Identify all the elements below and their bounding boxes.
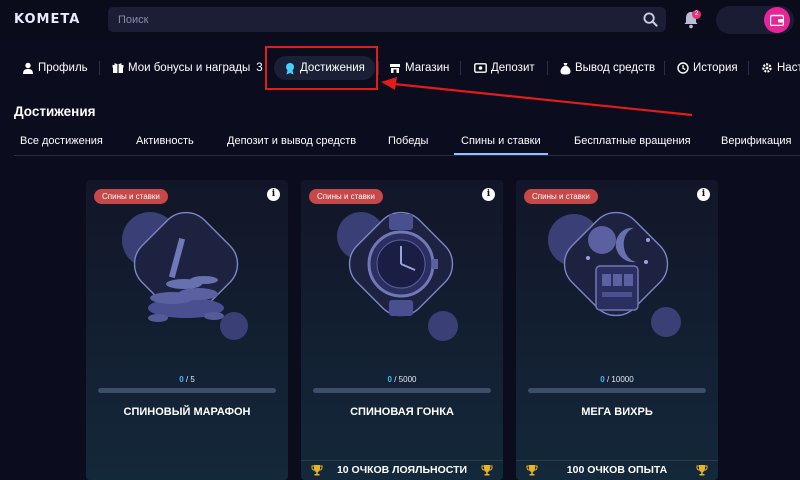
store-icon [390,64,400,73]
achievement-card[interactable]: Спины и ставки i 0 / 5000 СПИНОВАЯ ГОНКА… [301,180,503,480]
reward-row: 10 ОЧКОВ ЛОЯЛЬНОСТИ [301,460,503,480]
tab-wins[interactable]: Победы [388,135,428,147]
search-bar[interactable] [108,7,666,32]
profile-nav: Профиль Мои бонусы и награды 3 Достижени… [0,46,800,90]
coins-stack-illustration [122,211,248,340]
nav-item-label: Вывод средств [575,62,656,74]
nav-item-profile[interactable]: Профиль [22,56,88,80]
nav-item-label: Депозит [491,62,535,74]
tab-all-achievements[interactable]: Все достижения [20,135,103,147]
achievement-title: СПИНОВЫЙ МАРАФОН [123,406,251,418]
nav-divider [547,61,548,75]
nav-item-history[interactable]: История [677,56,738,80]
progress-counter: 0 / 10000 [516,375,718,384]
money-bag-icon [560,62,571,74]
achievement-filter-tabs: Все достижения Активность Депозит и выво… [14,130,800,156]
nav-item-label: Профиль [38,62,88,74]
gift-icon [112,63,124,73]
achievement-title: СПИНОВАЯ ГОНКА [350,406,454,418]
progress-bar [313,388,491,393]
watch-illustration [337,211,458,341]
nav-divider [378,61,379,75]
progress-counter: 0 / 5000 [301,375,503,384]
nav-item-settings[interactable]: Наст [761,56,800,80]
nav-divider [748,61,749,75]
nav-divider [99,61,100,75]
notification-badge: 2 [692,10,701,19]
progress-total: / 5000 [394,375,417,384]
nav-item-label: Магазин [405,62,450,74]
achievement-card[interactable]: Спины и ставки i 0 / 10000 МЕГА ВИХРЬ 10… [516,180,718,480]
wallet-icon [770,14,784,26]
wallet-button[interactable] [764,7,790,33]
bonus-count-badge: 3 [256,62,263,74]
top-header: KOMETA 2 [0,0,800,40]
deposit-icon [474,63,487,73]
search-icon[interactable] [643,12,658,27]
tab-activity[interactable]: Активность [136,135,194,147]
settings-icon [762,63,772,73]
nav-item-label: Наст [777,62,800,74]
progress-bar [528,388,706,393]
progress-current: 0 [179,375,184,384]
page-title: Достижения [14,104,96,119]
tab-free-spins[interactable]: Бесплатные вращения [574,135,691,147]
nav-item-label: Мои бонусы и награды [128,62,251,74]
reward-row: 100 ОЧКОВ ОПЫТА [516,460,718,480]
nav-item-deposit[interactable]: Депозит [474,56,535,80]
tab-spins-bets[interactable]: Спины и ставки [454,135,548,155]
search-input[interactable] [108,7,666,32]
nav-item-label: История [693,62,738,74]
nav-divider [664,61,665,75]
trophy-icon [696,465,708,476]
reward-label: 10 ОЧКОВ ЛОЯЛЬНОСТИ [336,464,468,476]
progress-counter: 0 / 5 [86,375,288,384]
nav-item-store[interactable]: Магазин [389,56,449,80]
reward-label: 100 ОЧКОВ ОПЫТА [566,464,668,476]
history-icon [677,62,689,74]
trophy-icon [481,465,493,476]
logo[interactable]: KOMETA [14,12,80,27]
achievement-title: МЕГА ВИХРЬ [581,406,653,418]
achievement-card[interactable]: Спины и ставки i 0 / 5 СПИНОВЫЙ МАРАФОН [86,180,288,480]
tab-deposit-withdraw[interactable]: Депозит и вывод средств [227,135,356,147]
slot-machine-illustration [548,211,681,337]
tab-verification[interactable]: Верификация [721,135,792,147]
user-icon [23,62,33,74]
nav-item-bonuses[interactable]: Мои бонусы и награды 3 [112,56,263,80]
nav-divider [460,61,461,75]
progress-total: / 5 [185,375,195,384]
progress-total: / 10000 [606,375,634,384]
progress-current: 0 [387,375,392,384]
progress-current: 0 [600,375,605,384]
highlight-box [265,46,378,90]
progress-bar [98,388,276,393]
nav-item-withdraw[interactable]: Вывод средств [560,56,655,80]
